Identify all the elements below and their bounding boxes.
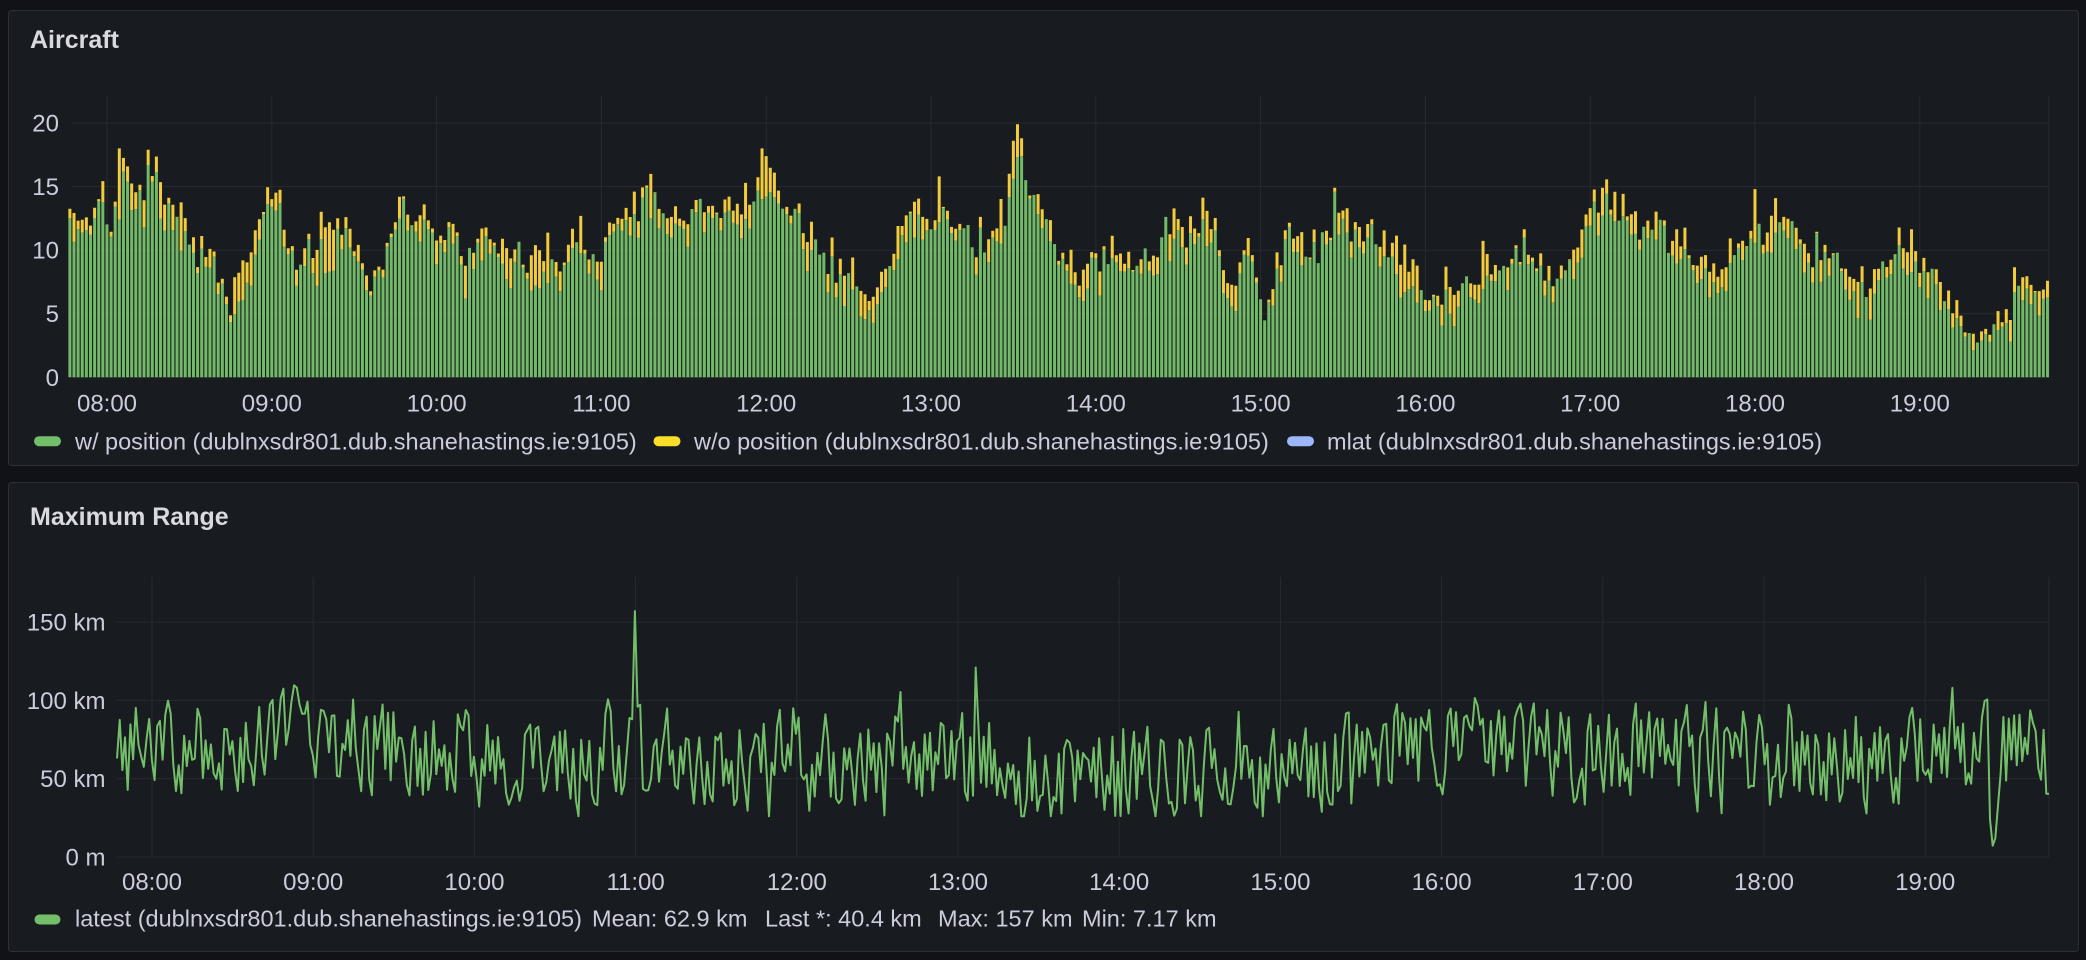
svg-text:latest (dublnxsdr801.dub.shane: latest (dublnxsdr801.dub.shanehastings.i… <box>75 906 582 932</box>
svg-text:w/ position (dublnxsdr801.dub.: w/ position (dublnxsdr801.dub.shanehasti… <box>74 428 637 454</box>
svg-text:18:00: 18:00 <box>1725 391 1785 418</box>
svg-text:50 km: 50 km <box>40 766 105 793</box>
svg-text:15: 15 <box>32 174 59 201</box>
svg-text:17:00: 17:00 <box>1573 869 1633 896</box>
svg-text:18:00: 18:00 <box>1734 869 1794 896</box>
svg-text:20: 20 <box>32 111 59 138</box>
svg-text:08:00: 08:00 <box>77 391 137 418</box>
svg-text:17:00: 17:00 <box>1560 391 1620 418</box>
svg-text:10:00: 10:00 <box>407 391 467 418</box>
svg-text:Aircraft: Aircraft <box>30 26 120 54</box>
svg-text:13:00: 13:00 <box>901 391 961 418</box>
svg-text:09:00: 09:00 <box>242 391 302 418</box>
svg-text:0: 0 <box>46 365 59 392</box>
svg-text:Maximum Range: Maximum Range <box>30 503 229 531</box>
svg-text:16:00: 16:00 <box>1412 869 1472 896</box>
svg-text:5: 5 <box>46 301 59 328</box>
svg-text:Max: 157 km: Max: 157 km <box>938 906 1073 932</box>
svg-text:09:00: 09:00 <box>283 869 343 896</box>
svg-text:14:00: 14:00 <box>1089 869 1149 896</box>
svg-text:15:00: 15:00 <box>1250 869 1310 896</box>
svg-text:Last *: 40.4 km: Last *: 40.4 km <box>765 906 922 932</box>
svg-text:150 km: 150 km <box>27 610 106 637</box>
svg-text:11:00: 11:00 <box>606 869 664 896</box>
svg-text:08:00: 08:00 <box>122 869 182 896</box>
svg-text:19:00: 19:00 <box>1895 869 1955 896</box>
svg-text:10:00: 10:00 <box>444 869 504 896</box>
svg-text:100 km: 100 km <box>27 688 106 715</box>
svg-text:mlat (dublnxsdr801.dub.shaneha: mlat (dublnxsdr801.dub.shanehastings.ie:… <box>1327 428 1822 454</box>
svg-text:13:00: 13:00 <box>928 869 988 896</box>
svg-text:Min: 7.17 km: Min: 7.17 km <box>1082 906 1217 932</box>
svg-text:w/o position (dublnxsdr801.dub: w/o position (dublnxsdr801.dub.shanehast… <box>693 428 1269 454</box>
svg-text:Mean: 62.9 km: Mean: 62.9 km <box>592 906 747 932</box>
svg-text:14:00: 14:00 <box>1066 391 1126 418</box>
svg-text:12:00: 12:00 <box>736 391 796 418</box>
svg-text:11:00: 11:00 <box>572 391 630 418</box>
svg-text:19:00: 19:00 <box>1890 391 1950 418</box>
svg-text:0 m: 0 m <box>65 845 105 872</box>
svg-text:10: 10 <box>32 238 59 265</box>
svg-text:12:00: 12:00 <box>767 869 827 896</box>
svg-text:16:00: 16:00 <box>1395 391 1455 418</box>
svg-text:15:00: 15:00 <box>1231 391 1291 418</box>
